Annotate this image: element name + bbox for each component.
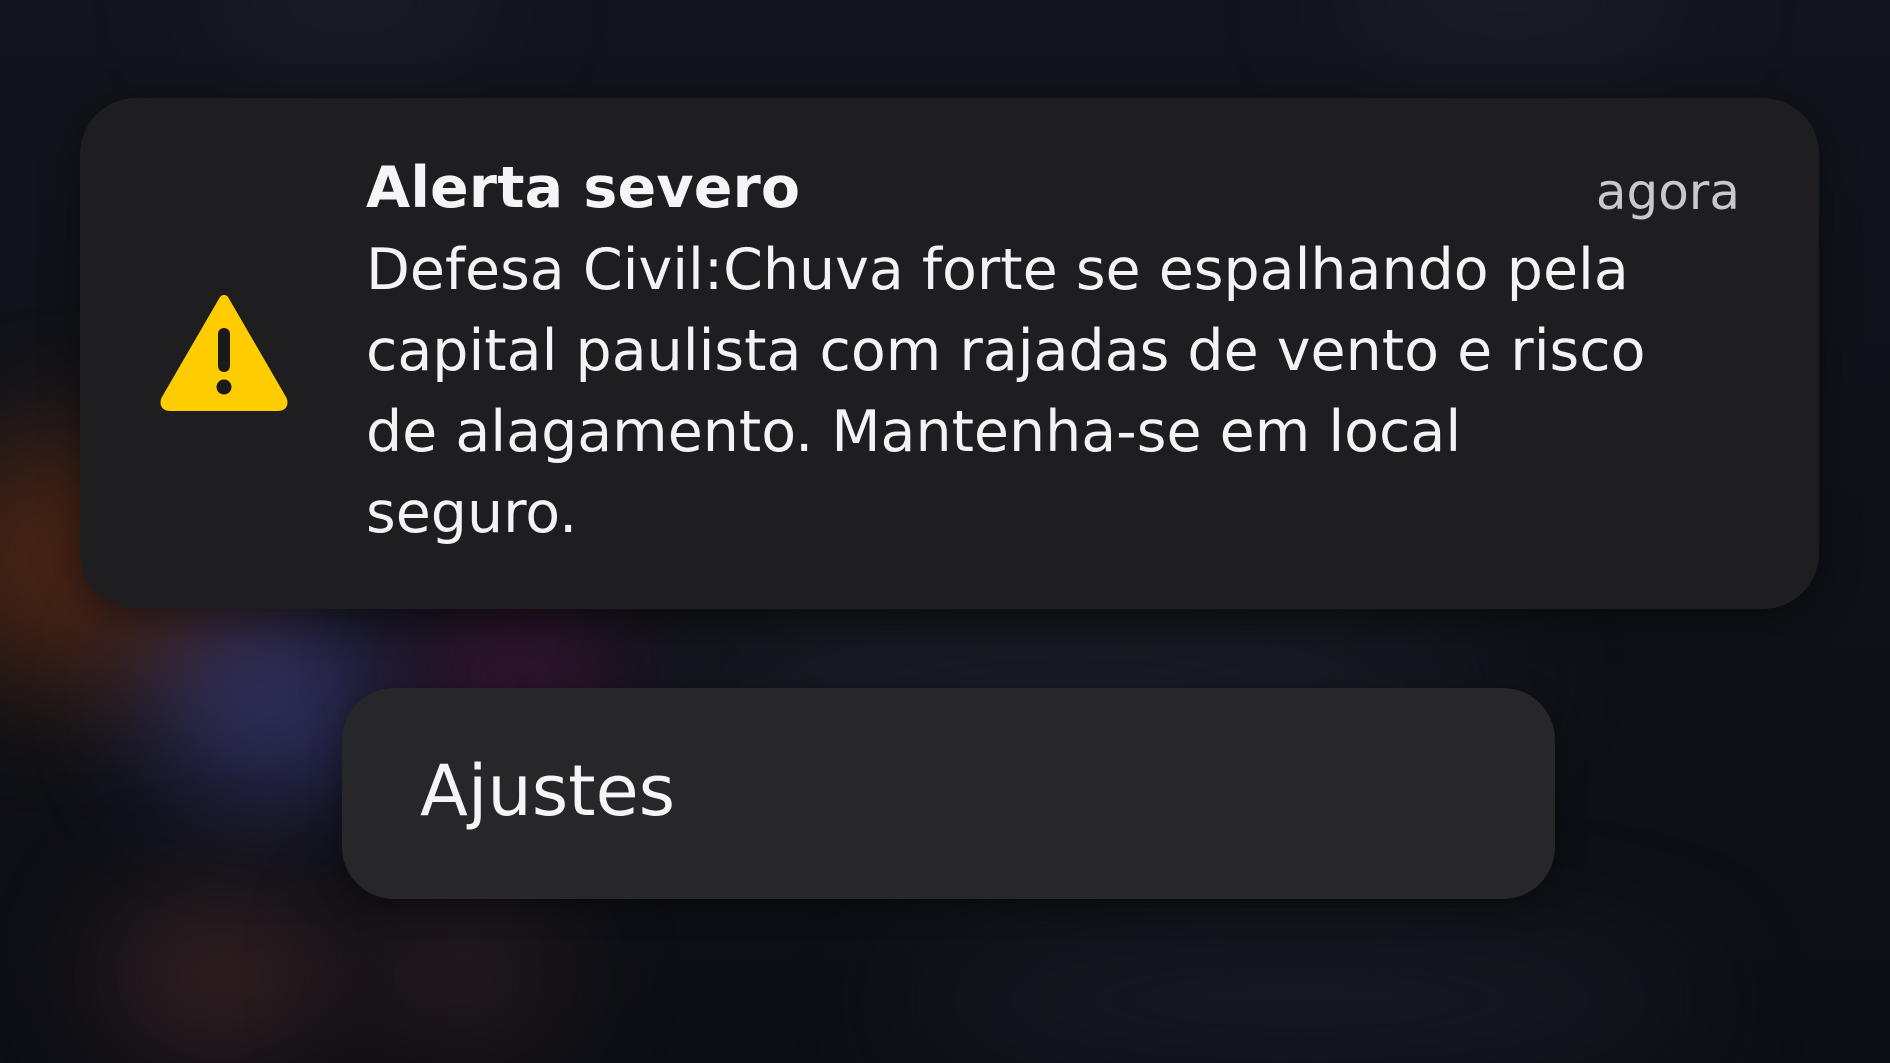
notification-body-line: capital paulista com rajadas de vento e …: [366, 318, 1646, 384]
notification-body-line: seguro.: [366, 480, 578, 546]
settings-button-label: Ajustes: [420, 750, 676, 832]
settings-button[interactable]: Ajustes: [342, 688, 1555, 899]
notification-title: Alerta severo: [366, 155, 801, 221]
notification-time: agora: [1595, 163, 1740, 221]
warning-triangle-icon: [158, 290, 290, 414]
notification-body-line: de alagamento. Mantenha-se em local: [366, 399, 1462, 465]
notification-body-line: Defesa Civil:Chuva forte se espalhando p…: [366, 237, 1629, 303]
notification-body: Defesa Civil:Chuva forte se espalhando p…: [366, 230, 1766, 554]
